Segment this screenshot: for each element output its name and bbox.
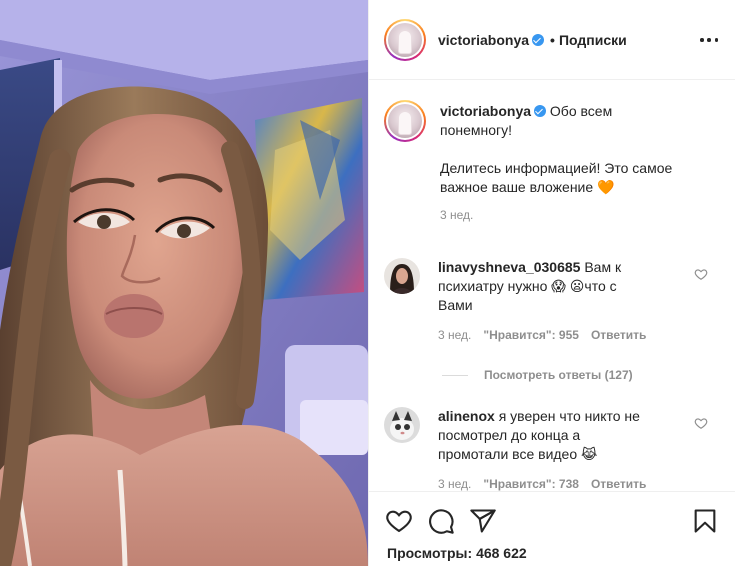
video-frame [0,0,368,566]
caption-author-avatar[interactable] [384,100,426,142]
bookmark-icon[interactable] [691,507,719,535]
views-number: 468 622 [476,545,527,561]
post-header: victoriabonya • Подписки [369,0,735,80]
heart-icon[interactable] [385,507,413,535]
comment-text-3: Вами [438,297,473,313]
author-avatar-image [388,22,422,57]
view-replies-line [442,374,468,376]
comment-text-1: Вам к [584,259,622,275]
caption-line-1: victoriabonya Обо всем [440,102,710,121]
commenter-avatar[interactable] [384,258,420,294]
caption-line-4: важное ваше вложение 🧡 [440,178,710,197]
post-video[interactable] [0,0,368,566]
caption-avatar-frame [386,102,424,140]
reply-button[interactable]: Ответить [591,328,646,342]
comment-text-2: психиатру нужно [438,278,548,294]
caption-time[interactable]: 3 нед. [440,208,710,222]
comment-likes[interactable]: "Нравится": 738 [483,477,579,491]
post-side-panel: victoriabonya • Подписки victoriabonya О… [368,0,735,566]
comment-likes[interactable]: "Нравится": 955 [483,328,579,342]
more-icon[interactable] [697,28,721,52]
comment-like-heart-icon[interactable] [694,267,708,281]
caption-text-1: Обо всем [549,103,613,119]
comment-text-3: промотали все видео [438,446,578,462]
comment-meta: 3 нед. "Нравится": 955 Ответить [438,328,688,342]
comment-username[interactable]: alinenox [438,408,495,424]
author-avatar[interactable] [384,18,426,61]
cat-emoji: 😹 [581,446,598,462]
header-separator: • [550,31,555,48]
caption-username[interactable]: victoriabonya [440,103,531,119]
verified-badge-icon [534,105,547,117]
comment-item: linavyshneva_030685 Вам к психиатру нужн… [384,258,724,342]
orange-heart-emoji: 🧡 [597,179,615,195]
frown-emoji: 😦 [569,278,585,294]
comment-line-1: alinenox я уверен что никто не [438,407,688,426]
comment-line-3: промотали все видео 😹 [438,445,688,464]
comment-time[interactable]: 3 нед. [438,328,471,342]
comment-line-1: linavyshneva_030685 Вам к [438,258,688,277]
comment-text-2b: что с [584,278,617,294]
commenter-avatar-image [384,407,420,443]
caption-text-3: Делитесь информацией! Это самое [440,160,673,176]
author-username[interactable]: victoriabonya [438,32,529,48]
reply-button[interactable]: Ответить [591,477,646,491]
view-replies-label: Посмотреть ответы (127) [484,368,633,382]
views-count[interactable]: Просмотры: 468 622 [387,545,527,561]
comment-like-heart-icon[interactable] [694,416,708,430]
comment-username[interactable]: linavyshneva_030685 [438,259,580,275]
views-label: Просмотры: [387,545,473,561]
verified-badge-icon [532,33,545,46]
caption-text-2: понемногу! [440,122,513,138]
author-avatar-frame [386,20,424,59]
commenter-avatar[interactable] [384,407,420,443]
commenter-avatar-image [384,258,420,294]
comments-area[interactable]: victoriabonya Обо всем понемногу! Делите… [369,81,735,491]
view-replies-button[interactable]: Посмотреть ответы (127) [442,368,633,382]
comment-body: linavyshneva_030685 Вам к психиатру нужн… [438,258,688,342]
scream-emoji: 😱 [551,278,566,294]
caption-avatar-image [388,104,422,138]
caption-body: victoriabonya Обо всем понемногу! Делите… [440,102,710,222]
comment-icon[interactable] [427,507,455,535]
comment-time[interactable]: 3 нед. [438,477,471,491]
comment-line-2: психиатру нужно 😱 😦что с [438,277,688,296]
caption-text-4: важное ваше вложение [440,179,594,195]
instagram-post: victoriabonya • Подписки victoriabonya О… [0,0,735,566]
comment-text-2: посмотрел до конца а [438,427,581,443]
following-button[interactable]: Подписки [559,32,627,48]
post-actions: Просмотры: 468 622 [369,491,735,566]
share-icon[interactable] [469,507,497,535]
comment-body: alinenox я уверен что никто не посмотрел… [438,407,688,491]
comment-item: alinenox я уверен что никто не посмотрел… [384,407,724,491]
comment-meta: 3 нед. "Нравится": 738 Ответить [438,477,688,491]
comment-text-1: я уверен что никто не [498,408,640,424]
post-caption: victoriabonya Обо всем понемногу! Делите… [384,100,724,222]
